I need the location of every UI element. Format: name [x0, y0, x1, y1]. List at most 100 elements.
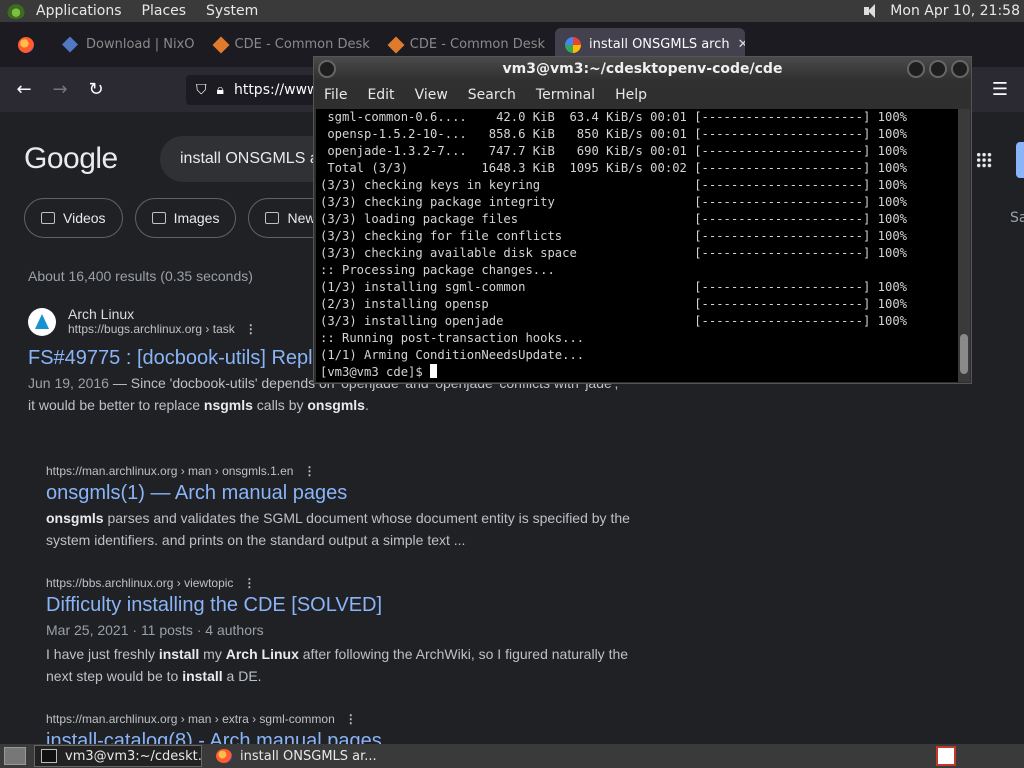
firefox-icon — [18, 36, 34, 53]
chip-label: Images — [173, 210, 220, 226]
menu-search[interactable]: Search — [458, 87, 526, 103]
lock-icon: 🔒︎ — [216, 81, 224, 98]
result-snippet: onsgmls parses and validates the SGML do… — [46, 507, 646, 551]
text-cursor — [430, 364, 438, 378]
result-url[interactable]: https://man.archlinux.org › man › extra … — [46, 712, 335, 726]
google-icon — [565, 36, 582, 53]
snippet-bold: nsgmls — [203, 397, 253, 413]
taskbar-label: vm3@vm3:~/cdeskt... — [65, 748, 202, 764]
result-title[interactable]: Difficulty installing the CDE [SOLVED] — [46, 594, 646, 617]
close-icon[interactable] — [951, 60, 969, 78]
terminal-line: (3/3) checking keys in keyring [--------… — [320, 178, 907, 192]
snippet-text: my — [199, 646, 226, 662]
volume-icon[interactable] — [862, 3, 880, 19]
snippet-bold: Arch Linux — [225, 646, 299, 662]
more-options-icon[interactable]: ⋮ — [303, 464, 315, 478]
video-icon — [41, 212, 55, 224]
result-snippet: I have just freshly install my Arch Linu… — [46, 643, 646, 687]
cde-icon — [387, 36, 405, 53]
arch-linux-logo-icon — [28, 308, 56, 336]
tab-nixos[interactable]: Download | NixO — [52, 28, 205, 62]
google-logo[interactable]: Google — [24, 142, 118, 176]
menu-hamburger-icon[interactable]: ☰ — [992, 79, 1008, 100]
image-icon — [151, 212, 166, 224]
result-meta: Mar 25, 2021 · 11 posts · 4 authors — [46, 622, 264, 638]
terminal-icon — [41, 749, 57, 763]
terminal-menubar: File Edit View Search Terminal Help — [314, 81, 971, 109]
terminal-window[interactable]: vm3@vm3:~/cdesktopenv-code/cde File Edit… — [313, 56, 972, 384]
forward-arrow-icon[interactable]: → — [44, 74, 76, 106]
tab-label: CDE - Common Desk — [409, 37, 546, 52]
terminal-titlebar[interactable]: vm3@vm3:~/cdesktopenv-code/cde — [314, 57, 971, 81]
menu-edit[interactable]: Edit — [357, 87, 404, 103]
apps-grid-icon[interactable] — [976, 152, 992, 168]
window-menu-icon[interactable] — [318, 60, 336, 78]
terminal-scrollbar[interactable] — [958, 109, 970, 382]
terminal-prompt-line[interactable]: [vm3@vm3 cde]$ — [320, 364, 955, 381]
cde-icon — [212, 36, 230, 53]
tab-label: install ONSGMLS arch — [589, 37, 730, 52]
result-title[interactable]: onsgmls(1) — Arch manual pages — [46, 482, 646, 505]
more-options-icon[interactable]: ⋮ — [243, 576, 255, 590]
result-url[interactable]: https://bugs.archlinux.org › task — [68, 322, 235, 336]
show-desktop-icon[interactable] — [4, 747, 26, 765]
applications-menu[interactable]: Applications — [26, 0, 132, 22]
trash-icon[interactable] — [936, 746, 956, 766]
scrollbar-thumb[interactable] — [960, 334, 968, 374]
firefox-view-button[interactable] — [8, 28, 52, 62]
result-url[interactable]: https://man.archlinux.org › man › onsgml… — [46, 464, 293, 478]
snippet-text: a DE. — [222, 668, 262, 684]
nixos-icon — [62, 36, 78, 53]
terminal-line: openjade-1.3.2-7... 747.7 KiB 690 KiB/s … — [320, 144, 907, 158]
terminal-title: vm3@vm3:~/cdesktopenv-code/cde — [502, 61, 783, 77]
search-result-3: https://bbs.archlinux.org › viewtopic ⋮ D… — [46, 576, 646, 687]
terminal-line: (3/3) checking package integrity [------… — [320, 195, 907, 209]
more-options-icon[interactable]: ⋮ — [245, 322, 257, 336]
result-date: Jun 19, 2016 — [28, 375, 109, 391]
snippet-text: parses and validates the SGML document w… — [46, 510, 630, 548]
menu-view[interactable]: View — [405, 87, 458, 103]
firefox-icon — [216, 749, 232, 763]
menu-terminal[interactable]: Terminal — [526, 87, 605, 103]
clock[interactable]: Mon Apr 10, 21:58 — [890, 3, 1024, 19]
top-panel: Applications Places System Mon Apr 10, 2… — [0, 0, 1024, 22]
terminal-prompt: [vm3@vm3 cde]$ — [320, 365, 431, 379]
snippet-text: . — [364, 397, 369, 413]
terminal-output[interactable]: sgml-common-0.6.... 42.0 KiB 63.4 KiB/s … — [316, 109, 959, 382]
terminal-line: (3/3) checking for file conflicts [-----… — [320, 229, 907, 243]
minimize-icon[interactable] — [907, 60, 925, 78]
news-icon — [265, 212, 280, 224]
search-filter-chips: Videos Images News — [24, 198, 340, 238]
terminal-line: sgml-common-0.6.... 42.0 KiB 63.4 KiB/s … — [320, 110, 907, 124]
url-text: https://www — [233, 81, 319, 98]
result-url[interactable]: https://bbs.archlinux.org › viewtopic — [46, 576, 233, 590]
maximize-icon[interactable] — [929, 60, 947, 78]
snippet-text: calls by — [252, 397, 308, 413]
terminal-line: (3/3) loading package files [-----------… — [320, 212, 907, 226]
close-tab-icon[interactable]: ✕ — [730, 37, 745, 52]
search-result-2: https://man.archlinux.org › man › onsgml… — [46, 464, 646, 551]
chip-videos[interactable]: Videos — [24, 198, 123, 238]
more-options-icon[interactable]: ⋮ — [345, 712, 357, 726]
taskbar-item-terminal[interactable]: vm3@vm3:~/cdeskt... — [34, 745, 202, 767]
terminal-line: Total (3/3) 1648.3 KiB 1095 KiB/s 00:02 … — [320, 161, 907, 175]
places-menu[interactable]: Places — [132, 0, 197, 22]
snippet-bold: onsgmls — [307, 397, 365, 413]
taskbar-item-firefox[interactable]: install ONSGMLS ar... — [210, 745, 378, 767]
reload-icon[interactable]: ↻ — [80, 74, 112, 106]
chip-label: Videos — [63, 210, 106, 226]
gnome-foot-icon[interactable] — [6, 3, 26, 19]
terminal-line: opensp-1.5.2-10-... 858.6 KiB 850 KiB/s … — [320, 127, 907, 141]
terminal-line: :: Processing package changes... — [320, 263, 555, 277]
chip-images[interactable]: Images — [134, 198, 237, 238]
menu-help[interactable]: Help — [605, 87, 657, 103]
menu-file[interactable]: File — [314, 87, 357, 103]
back-arrow-icon[interactable]: ← — [8, 74, 40, 106]
terminal-line: :: Running post-transaction hooks... — [320, 331, 585, 345]
snippet-bold: onsgmls — [46, 510, 104, 526]
truncated-tools-label[interactable]: Sa — [1010, 210, 1024, 226]
taskbar-label: install ONSGMLS ar... — [240, 748, 377, 764]
sign-in-button[interactable] — [1016, 142, 1024, 178]
terminal-line: (3/3) checking available disk space [---… — [320, 246, 907, 260]
system-menu[interactable]: System — [196, 0, 268, 22]
